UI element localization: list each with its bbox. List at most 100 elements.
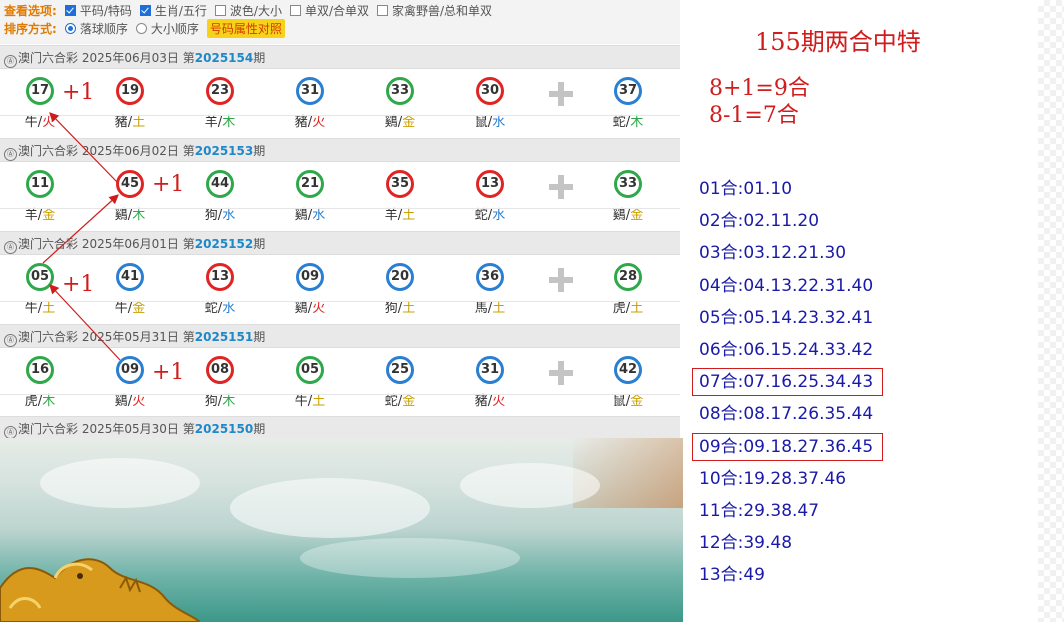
view-checkbox-2[interactable]: 波色/大小 bbox=[214, 2, 282, 19]
he-line: 11合:29.38.47 bbox=[699, 498, 819, 524]
option-label: 单双/合单双 bbox=[304, 3, 369, 18]
zodiac-label: 狗 bbox=[204, 394, 218, 409]
element-label: 水 bbox=[312, 208, 326, 223]
lottery-ball: 13 bbox=[476, 170, 504, 198]
lottery-ball: 23 bbox=[206, 77, 234, 105]
lottery-ball: 13 bbox=[206, 263, 234, 291]
zodiac-label: 羊 bbox=[204, 115, 218, 130]
lottery-ball: 31 bbox=[476, 356, 504, 384]
zodiac-element: 豬/火 bbox=[270, 115, 350, 131]
he-line: 08合:08.17.26.35.44 bbox=[699, 401, 873, 427]
plus-icon bbox=[549, 82, 573, 106]
draw-header: Ⓐ 澳门六合彩 2025年05月31日 第2025151期 bbox=[0, 324, 680, 348]
ball-cell: 37 蛇/木 bbox=[588, 77, 668, 131]
he-numbers: 06.15.24.33.42 bbox=[743, 340, 874, 360]
draw-date: 2025年05月30日 bbox=[81, 422, 179, 436]
zodiac-element: 虎/木 bbox=[0, 394, 80, 410]
lottery-logo-icon: Ⓐ bbox=[4, 55, 17, 68]
zodiac-element: 羊/金 bbox=[0, 208, 80, 224]
he-line: 13合:49 bbox=[699, 562, 765, 588]
lottery-logo-icon: Ⓐ bbox=[4, 148, 17, 161]
he-line: 01合:01.10 bbox=[699, 176, 792, 202]
he-label: 09合: bbox=[699, 436, 744, 457]
view-checkbox-0[interactable]: 平码/特码 bbox=[64, 2, 132, 19]
element-label: 土 bbox=[312, 394, 326, 409]
ball-cell: 44 狗/水 bbox=[180, 170, 260, 224]
checkbox-icon[interactable] bbox=[377, 4, 388, 16]
he-label: 12合: bbox=[699, 533, 744, 554]
zodiac-element: 蛇/水 bbox=[450, 208, 530, 224]
issue-suffix: 期 bbox=[253, 422, 266, 436]
issue-number: 2025152 bbox=[194, 237, 254, 251]
ball-cell: 11 羊/金 bbox=[0, 170, 80, 224]
zodiac-element: 羊/木 bbox=[180, 115, 260, 131]
ball-cell: 41 牛/金 bbox=[90, 263, 170, 317]
zodiac-label: 虎 bbox=[612, 301, 626, 316]
lottery-ball: 05 bbox=[296, 356, 324, 384]
issue-suffix: 期 bbox=[253, 51, 266, 65]
lottery-ball: 09 bbox=[296, 263, 324, 291]
view-options-title: 查看选项: bbox=[4, 3, 57, 18]
checkbox-icon[interactable] bbox=[139, 4, 151, 16]
lottery-ball: 20 bbox=[386, 263, 414, 291]
radio-icon[interactable] bbox=[135, 22, 147, 34]
wave-foam bbox=[460, 463, 600, 508]
element-label: 火 bbox=[312, 301, 326, 316]
zodiac-label: 鷄 bbox=[114, 394, 128, 409]
he-label: 01合: bbox=[699, 179, 744, 199]
element-label: 土 bbox=[630, 301, 644, 316]
view-checkbox-1[interactable]: 生肖/五行 bbox=[139, 2, 207, 19]
plus-icon bbox=[549, 175, 573, 199]
ball-cell: 25 蛇/金 bbox=[360, 356, 440, 410]
he-label: 06合: bbox=[699, 340, 744, 360]
zodiac-element: 鼠/金 bbox=[588, 394, 668, 410]
he-line: 05合:05.14.23.32.41 bbox=[699, 305, 873, 331]
sort-radio-0[interactable]: 落球顺序 bbox=[64, 20, 128, 37]
he-label: 02合: bbox=[699, 211, 744, 232]
he-numbers: 49 bbox=[743, 565, 765, 586]
option-label: 生肖/五行 bbox=[154, 3, 207, 18]
checkbox-icon[interactable] bbox=[64, 4, 76, 16]
issue-number: 2025151 bbox=[194, 330, 254, 344]
equation-line: 8-1=7合 bbox=[709, 103, 799, 128]
lottery-ball: 30 bbox=[476, 77, 504, 105]
ball-cell: 36 馬/土 bbox=[450, 263, 530, 317]
lottery-ball: 36 bbox=[476, 263, 504, 291]
attribute-table-button[interactable]: 号码属性对照 bbox=[206, 18, 285, 38]
zodiac-label: 豬 bbox=[474, 394, 488, 409]
zodiac-label: 蛇 bbox=[204, 301, 218, 316]
lottery-name: 澳门六合彩 bbox=[18, 422, 79, 436]
zodiac-label: 鼠 bbox=[474, 115, 488, 130]
zodiac-element: 馬/土 bbox=[450, 301, 530, 317]
checkbox-icon[interactable] bbox=[289, 4, 301, 16]
ball-cell: 35 羊/土 bbox=[360, 170, 440, 224]
lottery-ball: 33 bbox=[614, 170, 642, 198]
lottery-ball: 45 bbox=[116, 170, 144, 198]
issue-prefix: 第 bbox=[182, 422, 195, 436]
lottery-ball: 05 bbox=[26, 263, 54, 291]
element-label: 木 bbox=[222, 115, 236, 130]
zodiac-label: 豬 bbox=[114, 115, 128, 130]
lottery-ball: 17 bbox=[26, 77, 54, 105]
view-checkbox-3[interactable]: 单双/合单双 bbox=[289, 2, 369, 19]
zodiac-element: 羊/土 bbox=[360, 208, 440, 224]
zodiac-label: 狗 bbox=[204, 208, 218, 223]
radio-icon[interactable] bbox=[64, 22, 76, 34]
checkbox-icon[interactable] bbox=[214, 4, 226, 16]
he-label: 05合: bbox=[699, 307, 744, 328]
he-line: 06合:06.15.24.33.42 bbox=[699, 337, 873, 363]
zodiac-label: 鷄 bbox=[114, 208, 128, 223]
he-line: 03合:03.12.21.30 bbox=[699, 240, 846, 266]
element-label: 火 bbox=[312, 115, 326, 130]
plus-one-label: +1 bbox=[152, 172, 185, 197]
draw-date: 2025年06月02日 bbox=[81, 144, 179, 158]
lottery-ball: 11 bbox=[26, 170, 54, 198]
sort-radio-1[interactable]: 大小顺序 bbox=[135, 20, 199, 37]
zodiac-label: 狗 bbox=[384, 301, 398, 316]
ball-cell: 13 蛇/水 bbox=[450, 170, 530, 224]
view-checkbox-4[interactable]: 家禽野兽/总和单双 bbox=[377, 2, 492, 19]
ball-cell: 42 鼠/金 bbox=[588, 356, 668, 410]
zodiac-element: 狗/水 bbox=[180, 208, 260, 224]
element-label: 金 bbox=[630, 394, 644, 409]
element-label: 金 bbox=[42, 208, 56, 223]
